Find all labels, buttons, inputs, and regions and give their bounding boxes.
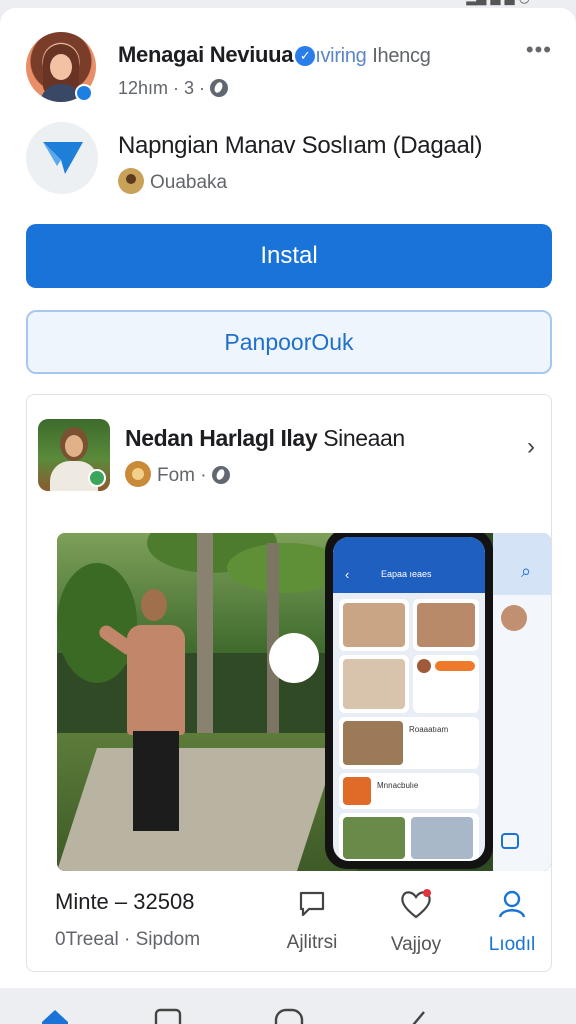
post-author[interactable]: Menagai Neviuua ✓ ıviring Ihencg <box>118 42 431 68</box>
chevron-right-icon[interactable]: › <box>527 433 535 461</box>
person-figure <box>141 589 167 621</box>
heart-icon <box>401 889 431 919</box>
preview-title-bold: Nedan Harlagl Ilay <box>125 425 318 451</box>
developer-name: Ouabaka <box>150 172 228 193</box>
notifications-icon[interactable] <box>398 1006 432 1024</box>
app-developer: Ouabaka <box>118 168 227 194</box>
like-label: Vajjoy <box>390 934 442 955</box>
post-meta: 12hım · 3 · <box>118 78 229 99</box>
preview-title-thin: Sineaan <box>323 425 405 451</box>
profile-label: Lıodıl <box>488 934 536 955</box>
author-name[interactable]: Menagai Neviuua <box>118 42 294 67</box>
search-icon: ⌕ <box>521 561 532 581</box>
preview-card[interactable]: Nedan Harlagl Ilay Sineaan Fom · › ‹ Eap… <box>26 394 552 972</box>
home-icon[interactable] <box>38 1006 72 1024</box>
publisher-avatar[interactable] <box>38 419 110 491</box>
comment-label: Ajlitrsi <box>286 932 338 953</box>
phone-row1: Roaaatıam <box>409 725 449 734</box>
app-icon <box>26 122 98 194</box>
post-header: Menagai Neviuua ✓ ıviring Ihencg 12hım · 3… <box>26 32 556 112</box>
coin-icon <box>125 461 151 487</box>
install-button[interactable]: Instal <box>26 224 552 288</box>
author-sub-grey: Ihencg <box>372 45 431 67</box>
phone-header-text: Eapaa ıeaes <box>381 569 432 579</box>
play-bubble-icon[interactable] <box>269 633 319 683</box>
globe-icon <box>210 79 229 97</box>
back-icon: ‹ <box>345 567 350 582</box>
app-name: Napngian Manav Soslıam (Dagaal) <box>118 132 483 159</box>
more-options-icon[interactable]: ••• <box>526 39 552 61</box>
author-sub-blue: ıviring <box>315 45 367 67</box>
like-action[interactable]: Vajjoy <box>371 889 461 956</box>
phone-mockup: ‹ Eapaa ıeaes Roaaatıam Mnnacbulıe <box>325 533 493 869</box>
verified-icon: ✓ <box>295 46 316 66</box>
profile-action[interactable]: Lıodıl <box>467 889 557 956</box>
preview-title: Nedan Harlagl Ilay Sineaan <box>125 425 405 452</box>
comment-icon <box>299 891 325 917</box>
online-badge-icon <box>75 84 93 102</box>
post-time: 12hım · 3 · <box>118 78 206 98</box>
comment-action[interactable]: Ajlitrsi <box>267 889 357 954</box>
envelope-icon <box>43 142 83 174</box>
phone-row2: Mnnacbulıe <box>377 781 419 790</box>
bottom-nav <box>0 988 576 1024</box>
check-badge-icon <box>88 469 106 487</box>
video-icon[interactable] <box>152 1006 186 1024</box>
status-strip: ▂▃ ▅ ▆ ◔ <box>0 0 576 8</box>
profile-icon <box>498 890 526 918</box>
stat-primary: Minte – 32508 <box>55 889 195 914</box>
developer-logo-icon <box>118 168 144 194</box>
side-preview: ⌕ <box>493 533 551 871</box>
preview-meta-text: Fom · <box>157 465 207 486</box>
marketplace-icon[interactable] <box>272 1006 306 1024</box>
preview-meta: Fom · <box>125 461 230 487</box>
stat-secondary: 0Treeal · Sipdom <box>55 929 201 950</box>
app-info[interactable]: Napngian Manav Soslıam (Dagaal) Ouabaka <box>26 122 556 202</box>
promo-media[interactable]: ‹ Eapaa ıeaes Roaaatıam Mnnacbulıe ⌕ <box>57 533 551 871</box>
globe-icon <box>211 466 230 484</box>
secondary-button[interactable]: PanpoorOuk <box>26 310 552 374</box>
ad-card: Menagai Neviuua ✓ ıviring Ihencg 12hım · 3… <box>0 8 576 988</box>
status-icons: ▂▃ ▅ ▆ ◔ <box>466 0 530 6</box>
